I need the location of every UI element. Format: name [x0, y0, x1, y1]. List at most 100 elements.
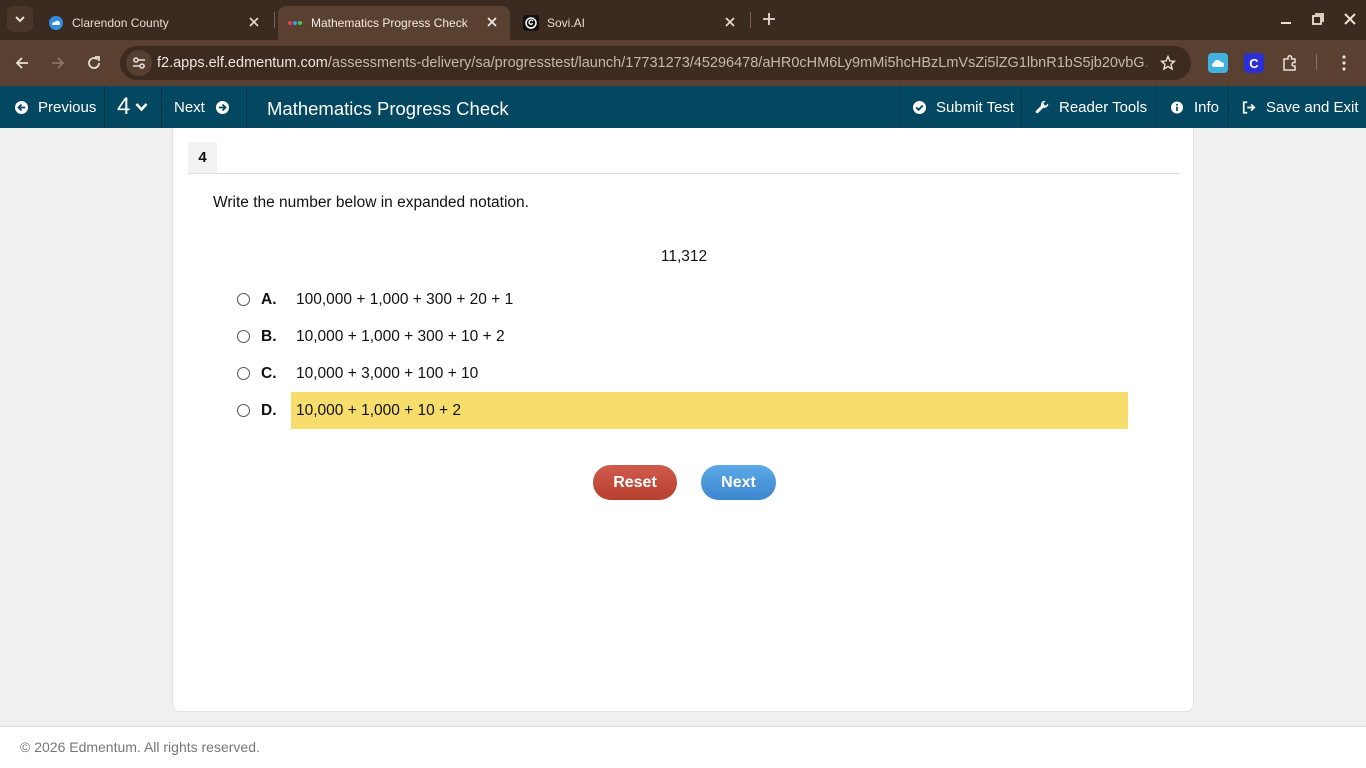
- restore-button[interactable]: [1307, 8, 1329, 30]
- tab-title: Mathematics Progress Check: [311, 16, 468, 30]
- close-icon[interactable]: [722, 14, 738, 30]
- sign-out-icon: [1241, 99, 1257, 115]
- radio-button[interactable]: [237, 404, 250, 417]
- question-card: 4 Write the number below in expanded not…: [172, 128, 1194, 712]
- chevron-down-icon: [135, 102, 148, 112]
- answer-choice-d[interactable]: D. 10,000 + 1,000 + 10 + 2: [237, 392, 1129, 429]
- info-button[interactable]: Info: [1169, 86, 1219, 128]
- next-label: Next: [174, 98, 205, 116]
- submit-test-button[interactable]: Submit Test: [911, 86, 1014, 128]
- divider: [188, 173, 1180, 174]
- header-divider: [1228, 86, 1229, 128]
- next-question-button[interactable]: Next: [174, 86, 231, 128]
- sovi-icon: [523, 15, 539, 31]
- minimize-button[interactable]: [1275, 8, 1297, 30]
- cloud-extension-icon[interactable]: [1208, 53, 1228, 73]
- reader-tools-button[interactable]: Reader Tools: [1034, 86, 1147, 128]
- answer-choice-b[interactable]: B. 10,000 + 1,000 + 300 + 10 + 2: [237, 318, 1129, 355]
- c-extension-icon[interactable]: C: [1244, 53, 1264, 73]
- copyright-text: © 2026 Edmentum. All rights reserved.: [20, 739, 260, 755]
- question-number: 4: [117, 93, 131, 120]
- check-circle-icon: [911, 99, 927, 115]
- arrow-right-icon: [52, 57, 65, 69]
- choice-letter: D.: [261, 402, 277, 419]
- puzzle-icon: [1283, 54, 1296, 71]
- info-label: Info: [1194, 98, 1220, 116]
- next-button[interactable]: Next: [701, 465, 776, 500]
- question-number-badge: 4: [188, 142, 217, 173]
- bookmark-button[interactable]: [1159, 54, 1177, 72]
- url-path: /assessments-delivery/sa/progresstest/la…: [327, 55, 1147, 71]
- restore-icon: [1312, 13, 1324, 25]
- back-button[interactable]: [11, 52, 33, 74]
- header-divider: [1156, 86, 1157, 128]
- browser-toolbar: f2.apps.elf.edmentum.com/assessments-del…: [0, 40, 1366, 86]
- tab-title: Clarendon County: [72, 16, 169, 30]
- header-divider: [1021, 86, 1022, 128]
- radio-button[interactable]: [237, 293, 250, 306]
- save-and-exit-button[interactable]: Save and Exit: [1241, 86, 1359, 128]
- tab-search-button[interactable]: [7, 6, 33, 32]
- reader-tools-label: Reader Tools: [1059, 98, 1148, 116]
- tab-divider: [274, 12, 275, 28]
- address-bar[interactable]: f2.apps.elf.edmentum.com/assessments-del…: [120, 46, 1191, 80]
- question-prompt: Write the number below in expanded notat…: [213, 194, 529, 211]
- forward-button[interactable]: [47, 52, 69, 74]
- new-tab-button[interactable]: [758, 8, 780, 30]
- close-window-button[interactable]: [1339, 8, 1361, 30]
- browser-tabstrip: Clarendon County Mathematics Progress Ch…: [0, 0, 1366, 40]
- url-host: f2.apps.elf.edmentum.com: [157, 55, 328, 71]
- circle-arrow-right-icon: [215, 99, 231, 115]
- info-icon: [1169, 99, 1185, 115]
- edmentum-icon: [287, 15, 303, 31]
- browser-menu-button[interactable]: [1334, 53, 1354, 73]
- minimize-icon: [1281, 22, 1291, 24]
- extensions-button[interactable]: [1280, 53, 1300, 73]
- previous-label: Previous: [38, 98, 97, 116]
- choice-letter: C.: [261, 365, 277, 382]
- close-icon[interactable]: [246, 14, 262, 30]
- reset-button[interactable]: Reset: [593, 465, 677, 500]
- page-footer: © 2026 Edmentum. All rights reserved.: [0, 726, 1366, 768]
- cloud-icon: [48, 15, 64, 31]
- choice-text[interactable]: 10,000 + 1,000 + 300 + 10 + 2: [291, 318, 1128, 355]
- answer-choice-c[interactable]: C. 10,000 + 3,000 + 100 + 10: [237, 355, 1129, 392]
- question-value: 11,312: [660, 248, 708, 265]
- answer-choice-a[interactable]: A. 100,000 + 1,000 + 300 + 20 + 1: [237, 281, 1129, 318]
- browser-tab-clarendon[interactable]: Clarendon County: [40, 6, 272, 40]
- tab-divider: [750, 12, 751, 28]
- reload-button[interactable]: [83, 52, 105, 74]
- choice-text[interactable]: 100,000 + 1,000 + 300 + 20 + 1: [291, 281, 1128, 318]
- save-exit-label: Save and Exit: [1266, 98, 1359, 116]
- submit-label: Submit Test: [936, 98, 1015, 116]
- test-title: Mathematics Progress Check: [267, 98, 509, 119]
- choice-letter: B.: [261, 328, 277, 345]
- browser-tab-math-check[interactable]: Mathematics Progress Check: [278, 6, 510, 40]
- wrench-icon: [1034, 99, 1050, 115]
- close-icon: [1344, 13, 1356, 25]
- reload-icon: [88, 56, 100, 69]
- star-icon: [1160, 55, 1176, 71]
- url-text[interactable]: f2.apps.elf.edmentum.com/assessments-del…: [157, 55, 1147, 71]
- tab-title: Sovi.AI: [547, 16, 586, 30]
- previous-button[interactable]: Previous: [13, 86, 96, 128]
- choice-text-highlighted[interactable]: 10,000 + 1,000 + 10 + 2: [291, 392, 1128, 429]
- tune-icon: [133, 57, 145, 69]
- header-divider: [161, 86, 162, 128]
- choice-text[interactable]: 10,000 + 3,000 + 100 + 10: [291, 355, 1128, 392]
- choice-letter: A.: [261, 291, 277, 308]
- question-jump-dropdown[interactable]: 4: [117, 86, 148, 128]
- plus-icon: [763, 13, 775, 25]
- header-divider: [899, 86, 900, 128]
- header-divider: [104, 86, 105, 128]
- radio-button[interactable]: [237, 330, 250, 343]
- toolbar-divider: [1316, 54, 1317, 70]
- browser-tab-sovi[interactable]: Sovi.AI: [516, 6, 748, 40]
- radio-button[interactable]: [237, 367, 250, 380]
- chevron-down-icon: [15, 16, 25, 23]
- arrow-left-icon: [15, 57, 28, 69]
- more-vertical-icon: [1342, 55, 1346, 71]
- close-icon[interactable]: [484, 14, 500, 30]
- test-header: Previous 4 Next Mathematics Progress Che…: [0, 86, 1366, 128]
- site-info-button[interactable]: [126, 50, 152, 76]
